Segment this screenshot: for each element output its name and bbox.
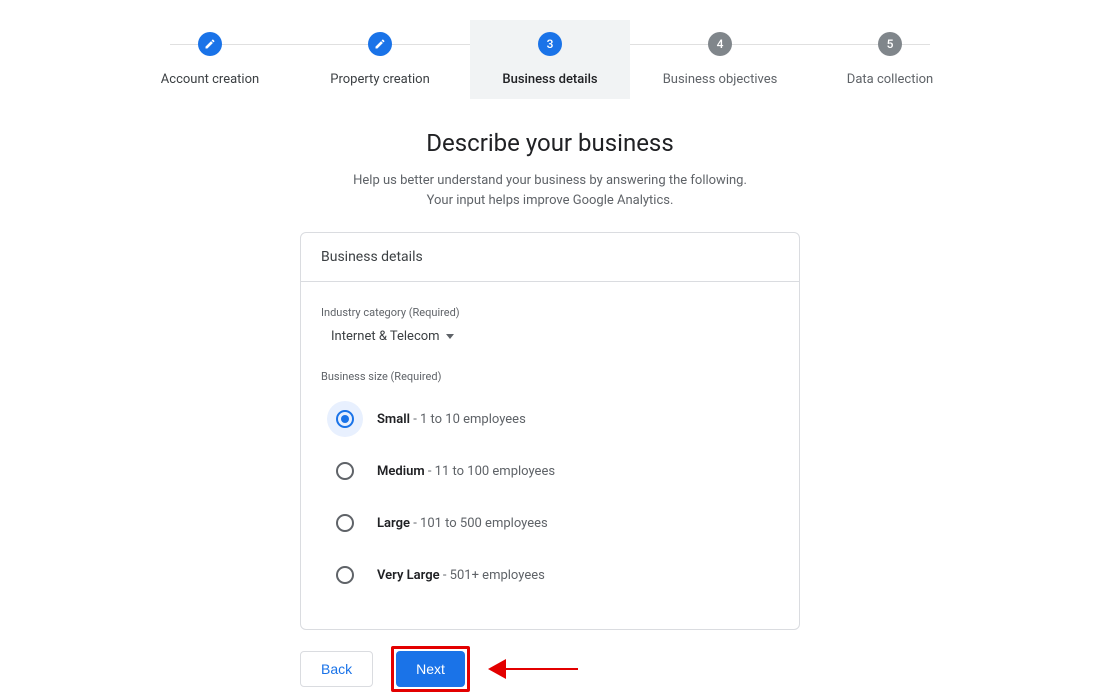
radio-label: Small - 1 to 10 employees: [377, 412, 526, 427]
back-button[interactable]: Back: [300, 651, 373, 687]
radio-medium[interactable]: Medium - 11 to 100 employees: [327, 445, 779, 497]
industry-label: Industry category (Required): [321, 306, 779, 319]
next-button[interactable]: Next: [396, 651, 465, 687]
card-body: Industry category (Required) Internet & …: [301, 282, 799, 629]
radio-small[interactable]: Small - 1 to 10 employees: [327, 393, 779, 445]
card-header: Business details: [301, 233, 799, 282]
step-business-objectives: 4 Business objectives: [640, 20, 800, 99]
radio-icon: [327, 557, 363, 593]
step-account-creation[interactable]: Account creation: [130, 20, 290, 99]
radio-label: Very Large - 501+ employees: [377, 568, 545, 583]
step-circle-done: [368, 32, 392, 56]
radio-icon: [327, 505, 363, 541]
page-title: Describe your business: [0, 129, 1100, 157]
step-label: Business objectives: [663, 72, 778, 87]
next-button-highlight: Next: [391, 646, 470, 692]
step-circle-pending: 4: [708, 32, 732, 56]
stepper: Account creation Property creation 3 Bus…: [0, 0, 1100, 99]
step-circle-pending: 5: [878, 32, 902, 56]
step-property-creation[interactable]: Property creation: [300, 20, 460, 99]
step-circle-done: [198, 32, 222, 56]
arrow-head-icon: [488, 659, 506, 679]
radio-label: Large - 101 to 500 employees: [377, 516, 548, 531]
chevron-down-icon: [446, 334, 454, 339]
step-label: Data collection: [847, 72, 933, 87]
page-subtitle: Help us better understand your business …: [0, 171, 1100, 210]
radio-icon: [327, 453, 363, 489]
step-label: Account creation: [161, 72, 259, 87]
pencil-icon: [204, 38, 216, 50]
industry-dropdown[interactable]: Internet & Telecom: [329, 325, 456, 348]
industry-value: Internet & Telecom: [331, 329, 440, 344]
size-label: Business size (Required): [321, 370, 779, 383]
step-label: Property creation: [330, 72, 430, 87]
subtitle-line: Your input helps improve Google Analytic…: [427, 193, 674, 208]
step-circle-active: 3: [538, 32, 562, 56]
business-size-group: Business size (Required) Small - 1 to 10…: [321, 370, 779, 601]
footer: Back Next: [300, 646, 800, 692]
step-label: Business details: [502, 72, 597, 87]
step-data-collection: 5 Data collection: [810, 20, 970, 99]
heading-area: Describe your business Help us better un…: [0, 129, 1100, 210]
radio-very-large[interactable]: Very Large - 501+ employees: [327, 549, 779, 601]
arrow-line: [506, 668, 578, 670]
pencil-icon: [374, 38, 386, 50]
step-business-details[interactable]: 3 Business details: [470, 20, 630, 99]
radio-large[interactable]: Large - 101 to 500 employees: [327, 497, 779, 549]
business-details-card: Business details Industry category (Requ…: [300, 232, 800, 630]
radio-label: Medium - 11 to 100 employees: [377, 464, 555, 479]
radio-icon: [327, 401, 363, 437]
radio-list: Small - 1 to 10 employees Medium - 11 to…: [327, 393, 779, 601]
annotation-arrow: [488, 659, 578, 679]
subtitle-line: Help us better understand your business …: [353, 173, 747, 188]
